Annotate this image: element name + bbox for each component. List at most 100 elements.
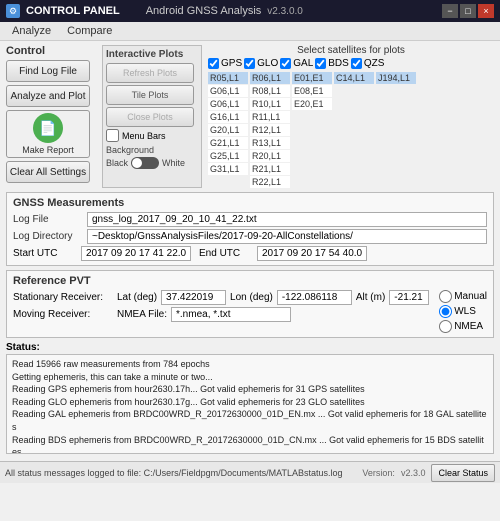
version-badge: v2.3.0.0 bbox=[267, 6, 303, 17]
bottom-bar: All status messages logged to file: C:/U… bbox=[0, 461, 500, 483]
bds-label: BDS bbox=[328, 58, 349, 69]
make-report-button[interactable]: 📄 Make Report bbox=[6, 110, 90, 158]
end-utc-label: End UTC bbox=[199, 248, 249, 259]
sat-item[interactable]: G20,L1 bbox=[208, 124, 248, 136]
sat-item[interactable]: E01,E1 bbox=[292, 72, 332, 84]
control-section-title: Control bbox=[6, 45, 96, 57]
lat-input[interactable] bbox=[161, 290, 226, 305]
ref-pvt-title: Reference PVT bbox=[13, 275, 487, 287]
minimize-button[interactable]: − bbox=[442, 4, 458, 18]
sat-item[interactable]: R06,L1 bbox=[250, 72, 290, 84]
clear-status-button[interactable]: Clear Status bbox=[431, 464, 495, 482]
sat-item[interactable]: R13,L1 bbox=[250, 137, 290, 149]
black-label: Black bbox=[106, 158, 128, 168]
sat-item[interactable]: G31,L1 bbox=[208, 163, 248, 175]
sat-item[interactable]: G16,L1 bbox=[208, 111, 248, 123]
qzs-checkbox[interactable] bbox=[351, 58, 362, 69]
lon-input[interactable] bbox=[277, 290, 352, 305]
sat-item[interactable]: R11,L1 bbox=[250, 111, 290, 123]
gps-label: GPS bbox=[221, 58, 242, 69]
clear-all-button[interactable]: Clear All Settings bbox=[6, 161, 90, 183]
lat-label: Lat (deg) bbox=[117, 292, 157, 303]
sat-item[interactable]: G21,L1 bbox=[208, 137, 248, 149]
tile-plots-button[interactable]: Tile Plots bbox=[106, 85, 194, 105]
sat-item[interactable]: G06,L1 bbox=[208, 98, 248, 110]
sat-item[interactable]: R22,L1 bbox=[250, 176, 290, 188]
sat-item[interactable]: J194,L1 bbox=[376, 72, 416, 84]
reference-pvt-section: Reference PVT Stationary Receiver: Lat (… bbox=[6, 270, 494, 338]
log-dir-input[interactable] bbox=[87, 229, 487, 244]
wls-label: WLS bbox=[454, 306, 476, 317]
restore-button[interactable]: □ bbox=[460, 4, 476, 18]
menu-bars-checkbox[interactable] bbox=[106, 129, 119, 142]
end-utc-input[interactable] bbox=[257, 246, 367, 261]
gal-checkbox[interactable] bbox=[280, 58, 291, 69]
log-file-label: Log File bbox=[13, 214, 83, 225]
menu-bars-label: Menu Bars bbox=[122, 131, 166, 141]
close-plots-button[interactable]: Close Plots bbox=[106, 107, 194, 127]
sat-item[interactable]: E08,E1 bbox=[292, 85, 332, 97]
log-dir-label: Log Directory bbox=[13, 231, 83, 242]
sat-item[interactable]: R10,L1 bbox=[250, 98, 290, 110]
sat-item[interactable]: E20,E1 bbox=[292, 98, 332, 110]
gnss-title: GNSS Measurements bbox=[13, 197, 487, 209]
interactive-plots-title: Interactive Plots bbox=[106, 49, 198, 60]
alt-input[interactable] bbox=[389, 290, 429, 305]
nmea-radio-label: NMEA bbox=[454, 321, 483, 332]
menu-compare[interactable]: Compare bbox=[59, 23, 120, 39]
bds-checkbox[interactable] bbox=[315, 58, 326, 69]
log-file-path: C:/Users/Fieldpgm/Documents/MATLABstatus… bbox=[144, 468, 343, 478]
status-title-row: Status: bbox=[6, 342, 494, 353]
pvt-radio-group: Manual WLS NMEA bbox=[439, 290, 487, 333]
make-report-icon: 📄 bbox=[33, 113, 63, 143]
glo-checkbox[interactable] bbox=[244, 58, 255, 69]
status-text: Read 15966 raw measurements from 784 epo… bbox=[12, 358, 488, 454]
alt-label: Alt (m) bbox=[356, 292, 385, 303]
status-section: Read 15966 raw measurements from 784 epo… bbox=[6, 354, 494, 454]
analyze-plot-button[interactable]: Analyze and Plot bbox=[6, 85, 90, 107]
sat-item[interactable]: G06,L1 bbox=[208, 85, 248, 97]
qzs-label: QZS bbox=[364, 58, 385, 69]
menu-analyze[interactable]: Analyze bbox=[4, 23, 59, 39]
bottom-file-label: All status messages logged to file: C:/U… bbox=[5, 468, 356, 478]
nmea-file-input[interactable] bbox=[171, 307, 291, 322]
nmea-file-label: NMEA File: bbox=[117, 309, 167, 320]
nmea-radio[interactable] bbox=[439, 320, 452, 333]
start-utc-label: Start UTC bbox=[13, 248, 73, 259]
sat-item[interactable]: R12,L1 bbox=[250, 124, 290, 136]
start-utc-input[interactable] bbox=[81, 246, 191, 261]
title-bar: ⚙ CONTROL PANEL Android GNSS Analysis v2… bbox=[0, 0, 500, 22]
bg-toggle[interactable] bbox=[131, 157, 159, 169]
sat-item[interactable]: C14,L1 bbox=[334, 72, 374, 84]
background-label: Background bbox=[106, 145, 198, 155]
sat-item[interactable]: R05,L1 bbox=[208, 72, 248, 84]
refresh-plots-button[interactable]: Refresh Plots bbox=[106, 63, 194, 83]
gps-checkbox[interactable] bbox=[208, 58, 219, 69]
gal-label: GAL bbox=[293, 58, 313, 69]
window-title: Android GNSS Analysis bbox=[146, 5, 262, 17]
log-file-input[interactable] bbox=[87, 212, 487, 227]
sat-col-gal: E01,E1E08,E1E20,E1 bbox=[292, 72, 332, 188]
sat-item[interactable]: G25,L1 bbox=[208, 150, 248, 162]
wls-radio[interactable] bbox=[439, 305, 452, 318]
sat-item[interactable]: R20,L1 bbox=[250, 150, 290, 162]
version-label: Version: bbox=[362, 468, 395, 478]
sat-item[interactable]: R21,L1 bbox=[250, 163, 290, 175]
make-report-label: Make Report bbox=[22, 145, 74, 155]
sat-item[interactable]: R08,L1 bbox=[250, 85, 290, 97]
satellite-title: Select satellites for plots bbox=[208, 45, 494, 56]
interactive-plots-panel: Interactive Plots Refresh Plots Tile Plo… bbox=[102, 45, 202, 188]
stat-recv-label: Stationary Receiver: bbox=[13, 292, 113, 303]
sat-col-qzs: J194,L1 bbox=[376, 72, 416, 188]
app-title: CONTROL PANEL bbox=[26, 5, 120, 17]
sat-col-bds: C14,L1 bbox=[334, 72, 374, 188]
manual-radio[interactable] bbox=[439, 290, 452, 303]
lon-label: Lon (deg) bbox=[230, 292, 273, 303]
find-log-button[interactable]: Find Log File bbox=[6, 60, 90, 82]
app-icon: ⚙ bbox=[6, 4, 20, 18]
close-button[interactable]: × bbox=[478, 4, 494, 18]
all-status-label: All status messages logged to file: bbox=[5, 468, 141, 478]
satellite-section: Select satellites for plots GPS GLO GAL … bbox=[208, 45, 494, 188]
glo-label: GLO bbox=[257, 58, 278, 69]
white-label: White bbox=[162, 158, 185, 168]
